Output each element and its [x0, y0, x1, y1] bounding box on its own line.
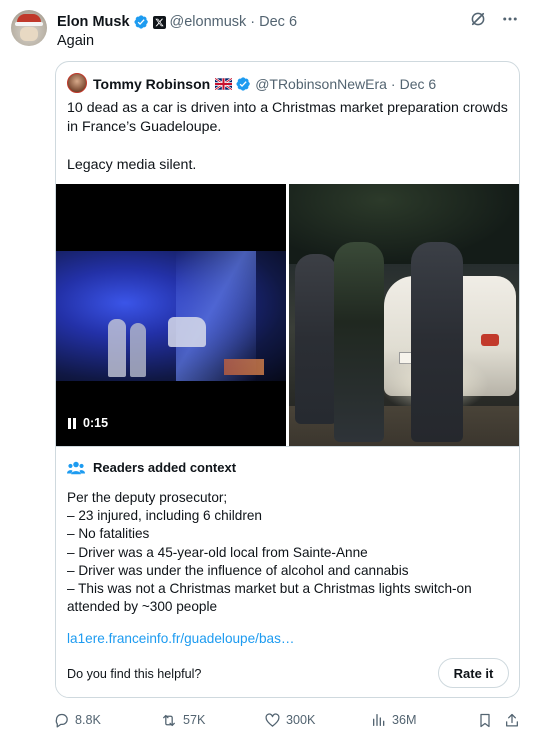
like-count: 300K	[286, 713, 316, 727]
community-notes-header: Readers added context	[67, 460, 236, 475]
quoted-post[interactable]: Tommy Robinson @TRobinsonNewEra · Dec 6 …	[55, 61, 520, 698]
uk-flag-icon	[215, 78, 233, 90]
share-icon	[506, 713, 518, 726]
video-player[interactable]: 0:15	[56, 184, 286, 446]
analytics-icon	[373, 714, 385, 726]
repost-icon	[163, 714, 175, 726]
views-button[interactable]: 36M	[371, 710, 417, 730]
bookmark-button[interactable]	[477, 710, 493, 730]
action-bar: 8.8K 57K 300K 36M	[53, 710, 523, 730]
heart-icon	[265, 712, 280, 727]
video-frame	[56, 251, 286, 381]
verified-badge-icon	[133, 15, 148, 29]
media-grid: 0:15	[56, 184, 519, 446]
quoted-text-paragraph: 10 dead as a car is driven into a Christ…	[67, 100, 508, 135]
repost-count: 57K	[183, 713, 206, 727]
pause-icon[interactable]	[68, 417, 78, 429]
verified-badge-icon	[236, 77, 251, 91]
note-line: – This was not a Christmas market but a …	[67, 581, 472, 615]
share-button[interactable]	[504, 710, 520, 730]
photo-thumbnail[interactable]	[289, 184, 519, 446]
quoted-author-avatar[interactable]	[67, 73, 87, 93]
quoted-post-header: Tommy Robinson @TRobinsonNewEra · Dec 6	[93, 76, 437, 92]
reply-count: 8.8K	[75, 713, 101, 727]
author-handle[interactable]: @elonmusk	[170, 14, 247, 30]
repost-button[interactable]: 57K	[160, 710, 205, 730]
rate-it-button[interactable]: Rate it	[438, 658, 509, 688]
post-text: Again	[57, 33, 95, 49]
grok-icon[interactable]	[469, 10, 487, 28]
reply-icon	[55, 713, 68, 728]
author-name[interactable]: Elon Musk	[57, 14, 130, 30]
people-icon	[67, 461, 85, 474]
quoted-post-text: 10 dead as a car is driven into a Christ…	[67, 99, 512, 194]
author-avatar[interactable]	[11, 10, 47, 46]
video-controls[interactable]: 0:15	[68, 416, 108, 430]
quoted-text-paragraph: Legacy media silent.	[67, 157, 197, 173]
quoted-author-name[interactable]: Tommy Robinson	[93, 76, 210, 92]
bookmark-icon	[480, 713, 490, 727]
community-notes: Readers added context Per the deputy pro…	[56, 446, 519, 697]
reply-button[interactable]: 8.8K	[53, 710, 101, 730]
helpful-question: Do you find this helpful?	[67, 667, 202, 681]
quoted-post-date[interactable]: Dec 6	[400, 76, 437, 92]
note-line: – No fatalities	[67, 526, 150, 542]
video-duration: 0:15	[83, 416, 109, 430]
note-line: Per the deputy prosecutor;	[67, 490, 228, 505]
note-source-link[interactable]: la1ere.franceinfo.fr/guadeloupe/bas…	[67, 631, 294, 646]
community-note-text: Per the deputy prosecutor; – 23 injured,…	[67, 489, 512, 616]
post-top-actions	[469, 10, 519, 28]
post-date[interactable]: Dec 6	[259, 14, 297, 30]
note-line: – Driver was under the influence of alco…	[67, 562, 409, 578]
like-button[interactable]: 300K	[264, 710, 315, 730]
quoted-author-handle[interactable]: @TRobinsonNewEra	[255, 76, 387, 92]
community-notes-title: Readers added context	[93, 460, 237, 475]
post-header: Elon Musk @elonmusk · Dec 6	[57, 14, 298, 30]
note-line: – 23 injured, including 6 children	[67, 508, 262, 524]
view-count: 36M	[392, 713, 417, 727]
note-line: – Driver was a 45-year-old local from Sa…	[67, 544, 368, 560]
x-affiliation-icon	[152, 15, 166, 29]
more-options-icon[interactable]	[501, 10, 519, 28]
